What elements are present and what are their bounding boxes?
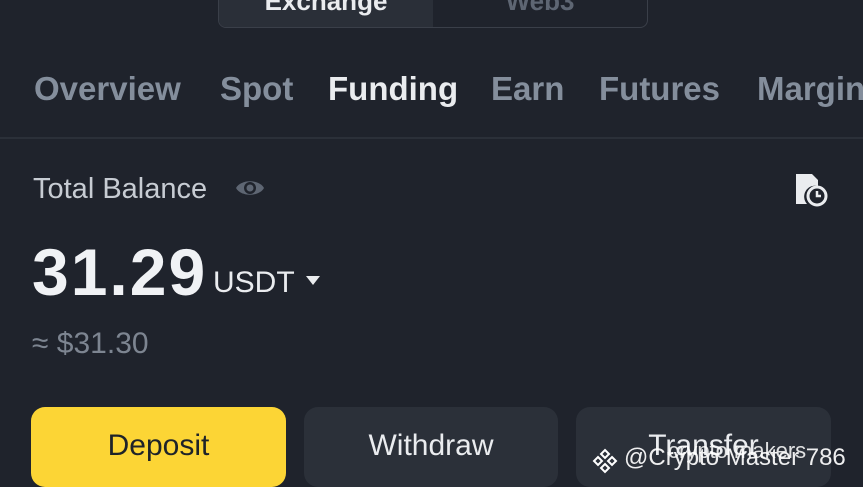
total-balance-label: Total Balance [33, 173, 208, 205]
tab-overview[interactable]: Overview [34, 70, 181, 108]
caret-down-icon[interactable] [306, 276, 320, 285]
binance-logo-icon [592, 448, 618, 474]
segment-web3-label: Web3 [505, 0, 575, 16]
withdraw-button[interactable]: Withdraw [304, 407, 558, 487]
tab-spot[interactable]: Spot [220, 70, 293, 108]
tab-earn[interactable]: Earn [491, 70, 564, 108]
segment-exchange-label: Exchange [264, 0, 388, 16]
watermark-text: @Crypto Master 786 [624, 444, 846, 471]
tab-funding[interactable]: Funding [328, 70, 458, 108]
tab-margin[interactable]: Margin [757, 70, 863, 108]
balance-amount: 31.29 [32, 235, 208, 309]
segment-web3[interactable]: Web3 [433, 0, 647, 27]
segment-exchange[interactable]: Exchange [219, 0, 433, 27]
tabs-divider [0, 137, 863, 139]
wallet-tabs: Overview Spot Funding Earn Futures Margi… [0, 70, 863, 116]
balance-fiat-equivalent: ≈ $31.30 [32, 327, 149, 360]
history-icon[interactable] [792, 170, 828, 208]
balance-currency[interactable]: USDT [213, 266, 295, 300]
tab-futures[interactable]: Futures [599, 70, 720, 108]
eye-icon[interactable] [234, 175, 266, 201]
deposit-button[interactable]: Deposit [31, 407, 286, 487]
account-type-switch: Exchange Web3 [218, 0, 648, 28]
